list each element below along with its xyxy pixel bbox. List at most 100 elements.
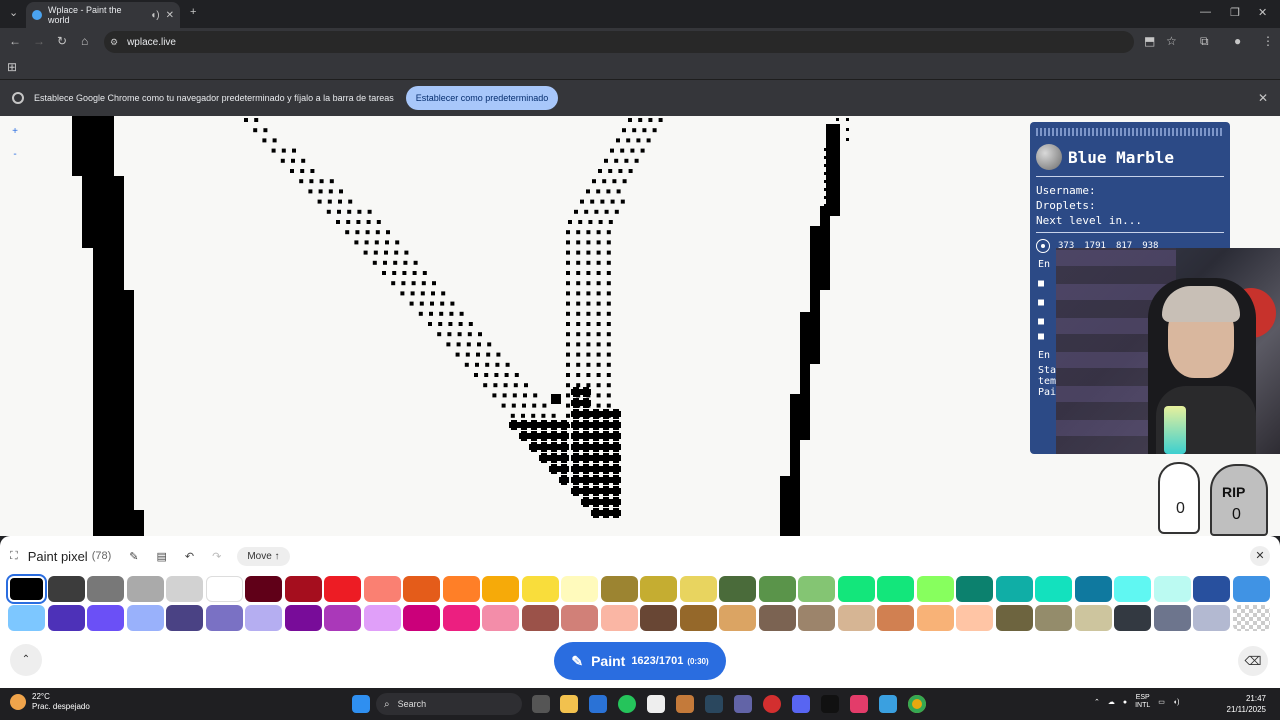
color-swatch[interactable] xyxy=(363,576,401,602)
color-swatch[interactable] xyxy=(758,576,796,602)
profile-avatar-icon[interactable]: ● xyxy=(1234,34,1241,48)
app-icon[interactable] xyxy=(676,695,694,713)
color-swatch[interactable] xyxy=(679,605,717,631)
color-swatch[interactable] xyxy=(877,605,914,631)
color-swatch[interactable] xyxy=(798,576,835,602)
back-icon[interactable]: ← xyxy=(9,34,21,48)
color-swatch[interactable] xyxy=(6,574,47,604)
color-swatch[interactable] xyxy=(1074,576,1112,602)
eraser-icon[interactable]: ⌫ xyxy=(1238,646,1268,676)
new-tab-icon[interactable]: + xyxy=(190,6,196,18)
expand-icon[interactable]: ⛶ xyxy=(10,550,18,563)
close-panel-icon[interactable]: ✕ xyxy=(1250,546,1270,566)
color-swatch[interactable] xyxy=(482,605,519,631)
color-swatch[interactable] xyxy=(87,605,124,631)
taskbar-search[interactable]: ⌕ Search xyxy=(376,693,522,715)
color-swatch[interactable] xyxy=(205,576,243,602)
color-swatch[interactable] xyxy=(640,576,677,602)
color-swatch[interactable] xyxy=(442,576,480,602)
color-swatch[interactable] xyxy=(324,576,361,602)
task-view-icon[interactable] xyxy=(532,695,550,713)
whatsapp-icon[interactable] xyxy=(618,695,636,713)
minimize-icon[interactable]: — xyxy=(1200,6,1211,18)
capcut-icon[interactable] xyxy=(647,695,665,713)
color-swatch[interactable] xyxy=(1153,576,1191,602)
tab-list-icon[interactable]: ⌄ xyxy=(9,6,18,19)
color-swatch[interactable] xyxy=(916,605,954,631)
extensions-icon[interactable]: ⧉ xyxy=(1200,34,1209,49)
drag-handle[interactable] xyxy=(1036,128,1224,136)
color-swatch[interactable] xyxy=(877,576,914,602)
undo-icon[interactable]: ↶ xyxy=(185,550,194,563)
color-swatch[interactable] xyxy=(1193,576,1230,602)
color-swatch[interactable] xyxy=(600,576,638,602)
color-swatch[interactable] xyxy=(126,605,164,631)
home-icon[interactable]: ⌂ xyxy=(81,34,88,48)
color-swatch[interactable] xyxy=(245,605,282,631)
color-swatch[interactable] xyxy=(837,605,875,631)
pin-icon[interactable] xyxy=(1036,239,1050,253)
color-swatch[interactable] xyxy=(363,605,401,631)
menu-icon[interactable]: ⋮ xyxy=(1262,34,1274,48)
teams-icon[interactable] xyxy=(734,695,752,713)
site-info-icon[interactable]: ⚙ xyxy=(110,37,118,48)
start-icon[interactable] xyxy=(352,695,370,713)
color-swatch[interactable] xyxy=(995,576,1033,602)
color-swatch[interactable] xyxy=(8,605,45,631)
media-player-icon[interactable] xyxy=(850,695,868,713)
paint-button[interactable]: ✎ Paint 1623/1701 (0:30) xyxy=(554,642,726,680)
close-window-icon[interactable]: ✕ xyxy=(1258,6,1267,19)
color-swatch[interactable] xyxy=(482,576,519,602)
color-swatch[interactable] xyxy=(521,605,559,631)
infobar-close-icon[interactable]: ✕ xyxy=(1258,91,1268,105)
color-swatch[interactable] xyxy=(600,605,638,631)
color-swatch[interactable] xyxy=(1232,605,1270,631)
opera-icon[interactable] xyxy=(763,695,781,713)
language-indicator[interactable]: ESP INTL xyxy=(1135,694,1150,710)
tab-wplace[interactable]: Wplace - Paint the world ◖) ✕ xyxy=(26,2,180,28)
redo-icon[interactable]: ↷ xyxy=(212,550,221,563)
color-swatch[interactable] xyxy=(1232,576,1270,602)
apps-grid-icon[interactable]: ⊞ xyxy=(7,60,17,74)
color-swatch[interactable] xyxy=(1153,605,1191,631)
install-app-icon[interactable]: ⬒ xyxy=(1144,34,1155,48)
color-swatch[interactable] xyxy=(442,605,480,631)
audio-icon[interactable]: ◖) xyxy=(150,10,159,21)
close-tab-icon[interactable]: ✕ xyxy=(166,10,174,21)
color-swatch[interactable] xyxy=(126,576,164,602)
network-icon[interactable]: ▭ xyxy=(1158,698,1165,706)
tray-expand-icon[interactable]: ⌃ xyxy=(1094,698,1100,706)
forward-icon[interactable]: → xyxy=(33,34,45,48)
color-swatch[interactable] xyxy=(166,605,203,631)
weather-widget[interactable]: 22°C Prac. despejado xyxy=(10,692,90,712)
color-swatch[interactable] xyxy=(561,605,598,631)
color-swatch[interactable] xyxy=(324,605,361,631)
brush-icon[interactable]: ▤ xyxy=(156,550,166,563)
color-swatch[interactable] xyxy=(837,576,875,602)
color-swatch[interactable] xyxy=(245,576,282,602)
move-button[interactable]: Move ↑ xyxy=(237,546,290,566)
color-swatch[interactable] xyxy=(1193,605,1230,631)
color-swatch[interactable] xyxy=(956,576,993,602)
color-swatch[interactable] xyxy=(798,605,835,631)
color-swatch[interactable] xyxy=(284,576,322,602)
restore-icon[interactable]: ❐ xyxy=(1230,6,1240,19)
vscode-icon[interactable] xyxy=(879,695,897,713)
color-swatch[interactable] xyxy=(719,605,756,631)
chrome-taskbar-icon[interactable] xyxy=(908,695,926,713)
onedrive-icon[interactable]: ☁ xyxy=(1108,698,1115,706)
address-bar[interactable]: ⚙ wplace.live xyxy=(104,31,1134,53)
pencil-icon[interactable]: ✎ xyxy=(129,550,138,563)
volume-icon[interactable]: ◖) xyxy=(1173,699,1180,706)
discord-icon[interactable] xyxy=(792,695,810,713)
capcut-editor-icon[interactable] xyxy=(821,695,839,713)
color-swatch[interactable] xyxy=(995,605,1033,631)
color-swatch[interactable] xyxy=(205,605,243,631)
color-swatch[interactable] xyxy=(758,605,796,631)
color-swatch[interactable] xyxy=(403,576,440,602)
color-swatch[interactable] xyxy=(640,605,677,631)
color-swatch[interactable] xyxy=(679,576,717,602)
bookmark-star-icon[interactable]: ☆ xyxy=(1166,34,1177,48)
reload-icon[interactable]: ↻ xyxy=(57,34,67,48)
color-swatch[interactable] xyxy=(1035,605,1072,631)
